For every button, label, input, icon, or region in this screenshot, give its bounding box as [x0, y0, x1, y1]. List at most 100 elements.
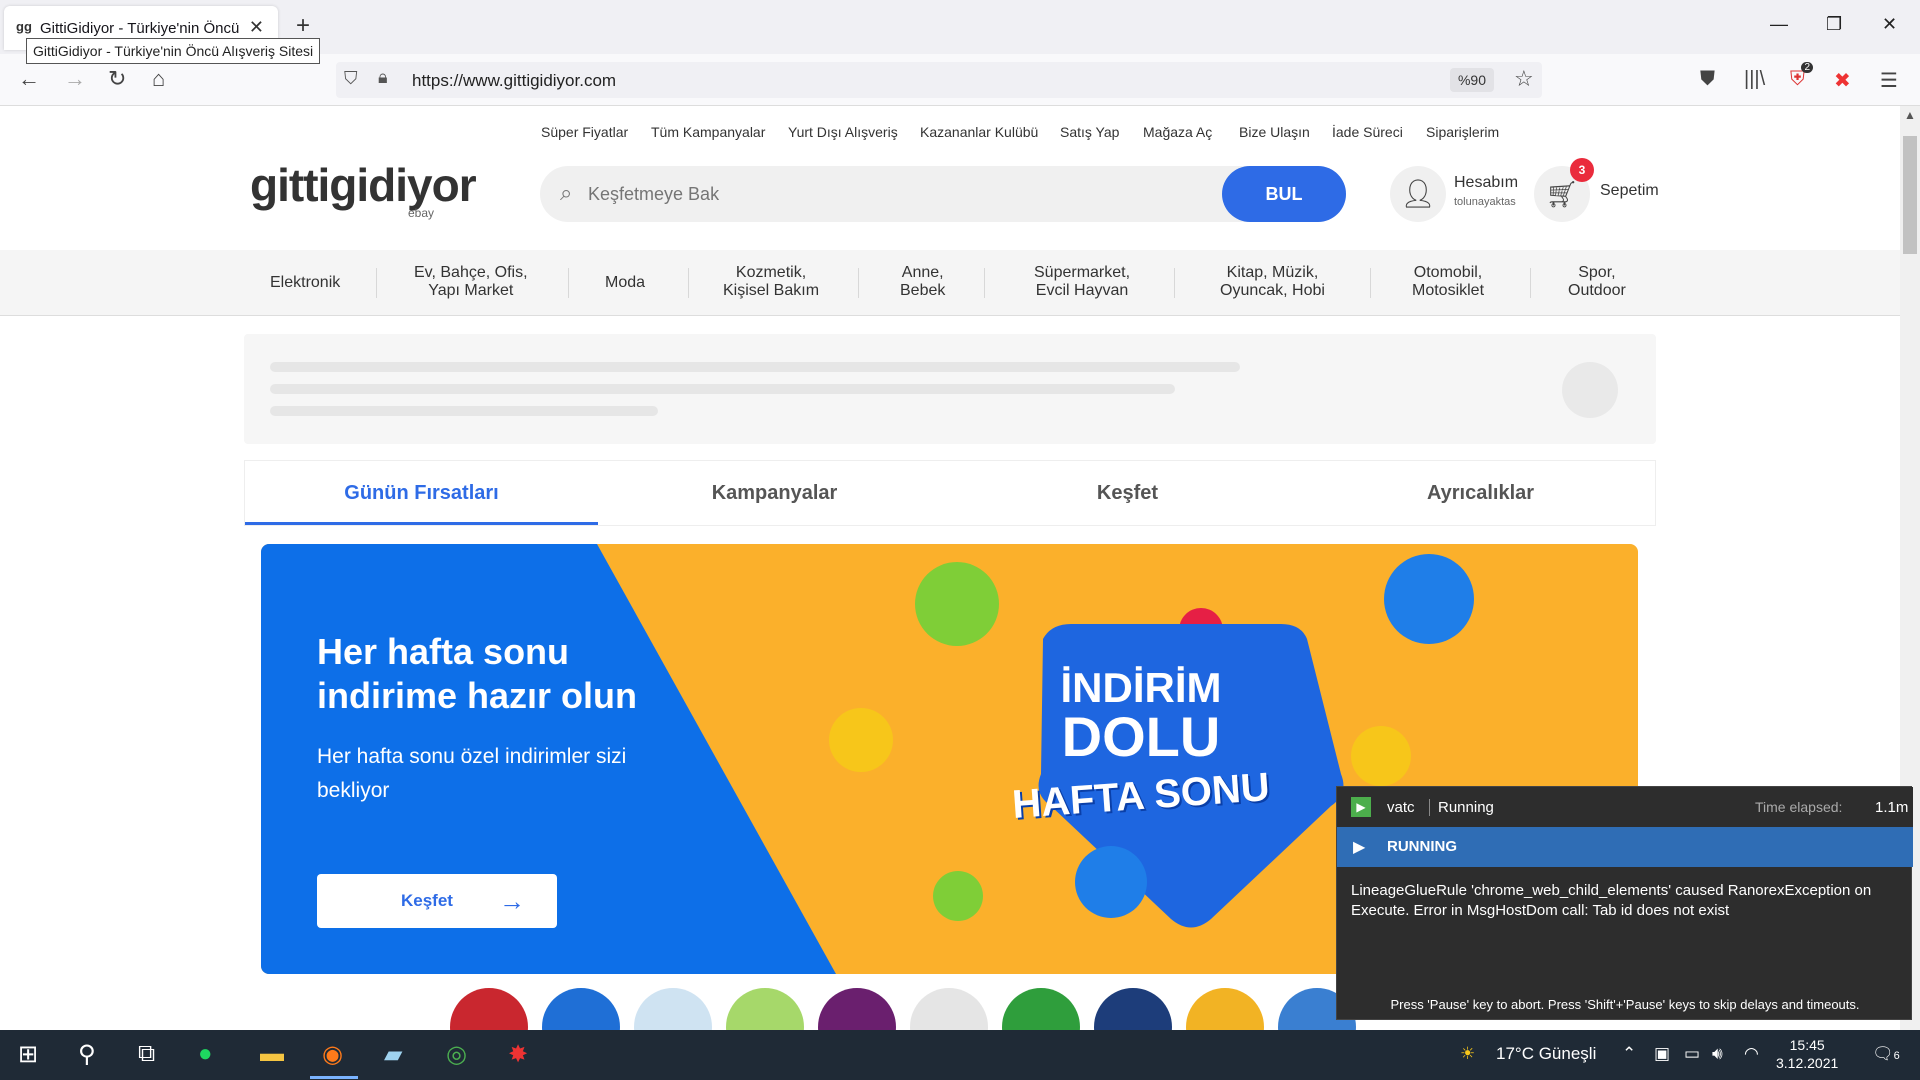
network-icon[interactable]: ◠ — [1744, 1044, 1759, 1064]
restore-icon[interactable]: ❐ — [1826, 14, 1842, 35]
firefox-icon[interactable]: ◉ — [310, 1040, 358, 1079]
meet-icon[interactable]: ▣ — [1654, 1044, 1670, 1064]
category-divider — [984, 268, 985, 298]
chevron-up-icon[interactable]: ⌃ — [1622, 1044, 1636, 1064]
address-bar[interactable]: ⛉ 🔒︎ https://www.gittigidiyor.com %90 ☆ — [336, 62, 1542, 98]
tab-gunun-firsatlari[interactable]: Günün Fırsatları — [245, 461, 598, 525]
story-circle[interactable] — [542, 988, 620, 1032]
story-circle[interactable] — [910, 988, 988, 1032]
ranorex-app-icon[interactable]: ✸ — [508, 1040, 528, 1069]
category-divider — [688, 268, 689, 298]
lock-icon[interactable]: 🔒︎ — [378, 67, 388, 88]
top-link-iade-sureci[interactable]: İade Süreci — [1332, 124, 1403, 140]
cart-label: Sepetim — [1600, 182, 1659, 199]
favicon-icon: gg — [16, 19, 32, 34]
top-link-siparislerim[interactable]: Siparişlerim — [1426, 124, 1499, 140]
skeleton-line — [270, 406, 658, 416]
category-kitap[interactable]: Kitap, Müzik, Oyuncak, Hobi — [1220, 264, 1325, 300]
category-divider — [1370, 268, 1371, 298]
system-clock[interactable]: 15:45 3.12.2021 — [1776, 1036, 1838, 1072]
scrollbar-thumb[interactable] — [1903, 136, 1917, 254]
badge-line-3: HAFTA SONU — [1010, 765, 1272, 827]
battery-icon[interactable]: ▭ — [1684, 1044, 1700, 1064]
category-ev-bahce[interactable]: Ev, Bahçe, Ofis, Yapı Market — [414, 264, 528, 300]
story-circle[interactable] — [1186, 988, 1264, 1032]
spotify-icon[interactable]: ● — [198, 1040, 213, 1068]
windows-taskbar: ⊞ ⚲ ⧉ ● ▬ ◉ ▰ ◎ ✸ ☀ 17°C Güneşli ⌃ ▣ ▭ 🔊… — [0, 1030, 1920, 1080]
blue-ball-icon — [1384, 554, 1474, 644]
category-elektronik[interactable]: Elektronik — [270, 274, 340, 292]
ublock-icon[interactable]: ⛨ 2 — [1790, 62, 1813, 91]
search-taskbar-icon[interactable]: ⚲ — [78, 1040, 96, 1069]
top-link-yurt-disi[interactable]: Yurt Dışı Alışveriş — [788, 124, 898, 140]
url-text[interactable]: https://www.gittigidiyor.com — [412, 71, 616, 91]
story-circle[interactable] — [726, 988, 804, 1032]
elapsed-label: Time elapsed: — [1755, 799, 1843, 815]
banner-headline: Her hafta sonu indirime hazır olun — [317, 631, 638, 716]
search-icon: ⌕ — [560, 180, 573, 205]
content-tabs: Günün Fırsatları Kampanyalar Keşfet Ayrı… — [244, 460, 1656, 526]
top-links: Süper Fiyatlar Tüm Kampanyalar Yurt Dışı… — [0, 124, 1900, 144]
bookmark-star-icon[interactable]: ☆ — [1514, 66, 1534, 92]
notification-icon[interactable]: 🗨︎6 — [1872, 1044, 1900, 1064]
forward-icon[interactable]: → — [64, 66, 86, 92]
story-circle[interactable] — [634, 988, 712, 1032]
banner-subtext: Her hafta sonu özel indirimler sizi bekl… — [317, 745, 627, 802]
story-circle[interactable] — [450, 988, 528, 1032]
top-link-super-fiyatlar[interactable]: Süper Fiyatlar — [541, 124, 628, 140]
search-input[interactable] — [588, 178, 1188, 210]
ranorex-play-icon: ▶ — [1351, 797, 1371, 817]
badge-line-2: DOLU — [1061, 705, 1221, 768]
weather-text[interactable]: 17°C Güneşli — [1496, 1044, 1596, 1064]
minimize-icon[interactable]: — — [1770, 14, 1788, 35]
tab-ayricaliklar[interactable]: Ayrıcalıklar — [1304, 461, 1657, 525]
menu-icon[interactable]: ☰ — [1880, 68, 1898, 93]
new-tab-button[interactable]: + — [296, 12, 310, 40]
story-circle[interactable] — [1002, 988, 1080, 1032]
category-otomobil[interactable]: Otomobil, Motosiklet — [1412, 264, 1484, 300]
category-supermarket[interactable]: Süpermarket, Evcil Hayvan — [1034, 264, 1130, 300]
tab-kesfet[interactable]: Keşfet — [951, 461, 1304, 525]
top-link-magaza-ac[interactable]: Mağaza Aç — [1143, 124, 1212, 140]
tab-kampanyalar[interactable]: Kampanyalar — [598, 461, 951, 525]
account-label: Hesabım — [1454, 174, 1519, 191]
close-tab-icon[interactable]: ✕ — [249, 17, 264, 38]
tab-tooltip: GittiGidiyor - Türkiye'nin Öncü Alışveri… — [26, 38, 321, 64]
story-circles — [450, 988, 1450, 1032]
reload-icon[interactable]: ↻ — [108, 66, 126, 92]
site-logo[interactable]: gittigidiyor — [250, 158, 477, 212]
green-ball-icon — [915, 562, 999, 646]
task-view-icon[interactable]: ⧉ — [138, 1040, 155, 1068]
pocket-icon[interactable]: ⛊ — [1700, 68, 1715, 91]
top-link-kazananlar[interactable]: Kazananlar Kulübü — [920, 124, 1038, 140]
category-spor[interactable]: Spor, Outdoor — [1568, 264, 1626, 300]
chrome-icon[interactable]: ◎ — [446, 1040, 467, 1069]
category-moda[interactable]: Moda — [605, 274, 645, 292]
search-button[interactable]: BUL — [1222, 166, 1346, 222]
skeleton-avatar — [1562, 362, 1618, 418]
library-icon[interactable]: |||\ — [1744, 68, 1765, 91]
story-circle[interactable] — [1094, 988, 1172, 1032]
top-link-satis-yap[interactable]: Satış Yap — [1060, 124, 1119, 140]
category-nav: Elektronik Ev, Bahçe, Ofis, Yapı Market M… — [0, 250, 1900, 316]
notepad-icon[interactable]: ▰ — [384, 1040, 402, 1069]
story-circle[interactable] — [818, 988, 896, 1032]
clock-time: 15:45 — [1789, 1037, 1825, 1053]
arrow-right-icon: → — [499, 886, 525, 916]
top-link-tum-kampanyalar[interactable]: Tüm Kampanyalar — [651, 124, 765, 140]
volume-icon[interactable]: 🔊︎ — [1712, 1044, 1723, 1064]
scroll-up-icon[interactable]: ▲ — [1904, 108, 1916, 122]
category-anne-bebek[interactable]: Anne, Bebek — [900, 264, 945, 300]
kesfet-button[interactable]: Keşfet → — [317, 874, 557, 928]
home-icon[interactable]: ⌂ — [152, 66, 165, 92]
windows-start-icon[interactable]: ⊞ — [18, 1040, 38, 1069]
back-icon[interactable]: ← — [18, 66, 40, 92]
zoom-level[interactable]: %90 — [1450, 68, 1494, 92]
top-link-bize-ulasin[interactable]: Bize Ulaşın — [1239, 124, 1310, 140]
tracking-shield-icon[interactable]: ⛉ — [344, 68, 358, 89]
running-play-icon: ▶ — [1353, 839, 1366, 856]
category-kozmetik[interactable]: Kozmetik, Kişisel Bakım — [723, 264, 819, 300]
file-explorer-icon[interactable]: ▬ — [260, 1040, 284, 1068]
extension-x-icon[interactable]: ✖ — [1834, 68, 1851, 93]
close-window-icon[interactable]: ✕ — [1882, 14, 1897, 35]
